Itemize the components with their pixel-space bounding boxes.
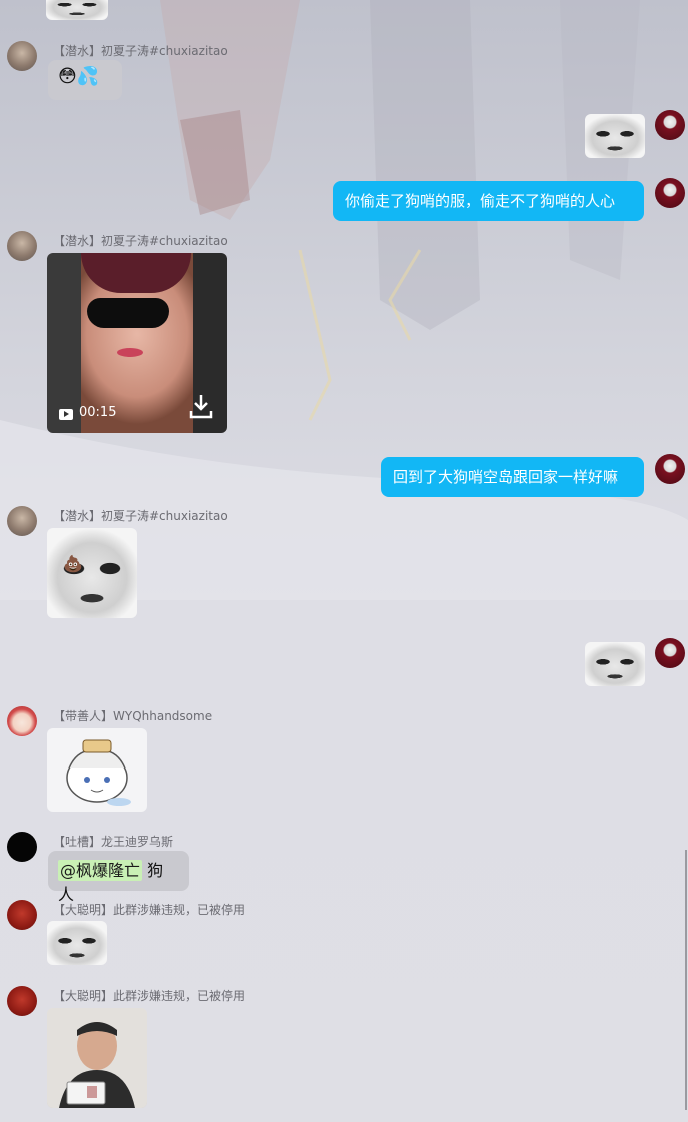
message-bubble[interactable]: @枫爆隆亡 狗人 [48,851,189,904]
video-thumbnail-hair [81,253,191,293]
avatar[interactable] [7,986,37,1016]
image-message[interactable] [585,114,645,158]
avatar-self[interactable] [655,454,685,484]
sender-name: 【带善人】WYQhhandsome [53,709,213,723]
image-message[interactable] [585,642,645,686]
image-message[interactable]: 💩 [47,528,137,618]
video-duration: 00:15 [79,405,117,420]
avatar-self[interactable] [655,178,685,208]
sticker-message[interactable] [47,728,147,812]
sender-name: 【潜水】初夏子涛#chuxiazitao [53,44,228,58]
avatar-self[interactable] [655,110,685,140]
avatar[interactable] [7,832,37,862]
image-message[interactable] [47,921,107,965]
sticker-character-icon [66,739,131,806]
message-bubble-outgoing[interactable]: 你偷走了狗哨的服，偷走不了狗哨的人心 [333,181,644,221]
scrollbar-thumb[interactable] [685,850,687,1110]
emoji-content: 😳💦 [58,66,100,87]
photo-person-icon [47,1008,147,1108]
poop-emoji-icon: 💩 [63,554,83,573]
mention-tag[interactable]: @枫爆隆亡 [58,860,143,881]
sender-name: 【大聪明】此群涉嫌违规，已被停用 [53,903,246,917]
play-icon [59,409,73,420]
video-message[interactable]: 00:15 [47,253,227,433]
download-icon[interactable] [189,393,213,419]
avatar-self[interactable] [655,638,685,668]
message-bubble-outgoing[interactable]: 回到了大狗哨空岛跟回家一样好嘛 [381,457,644,497]
sender-name: 【潜水】初夏子涛#chuxiazitao [53,234,228,248]
avatar[interactable] [7,900,37,930]
message-bubble[interactable]: 😳💦 [48,60,122,100]
video-thumbnail-lips [117,348,143,357]
photo-message[interactable] [47,1008,147,1108]
avatar[interactable] [7,706,37,736]
sender-name: 【大聪明】此群涉嫌违规，已被停用 [53,989,246,1003]
partial-image-top[interactable] [46,0,108,20]
video-thumbnail-glasses [87,298,169,328]
sender-name: 【吐槽】龙王迪罗乌斯 [53,835,174,849]
avatar[interactable] [7,231,37,261]
avatar[interactable] [7,506,37,536]
sender-name: 【潜水】初夏子涛#chuxiazitao [53,509,228,523]
avatar[interactable] [7,41,37,71]
